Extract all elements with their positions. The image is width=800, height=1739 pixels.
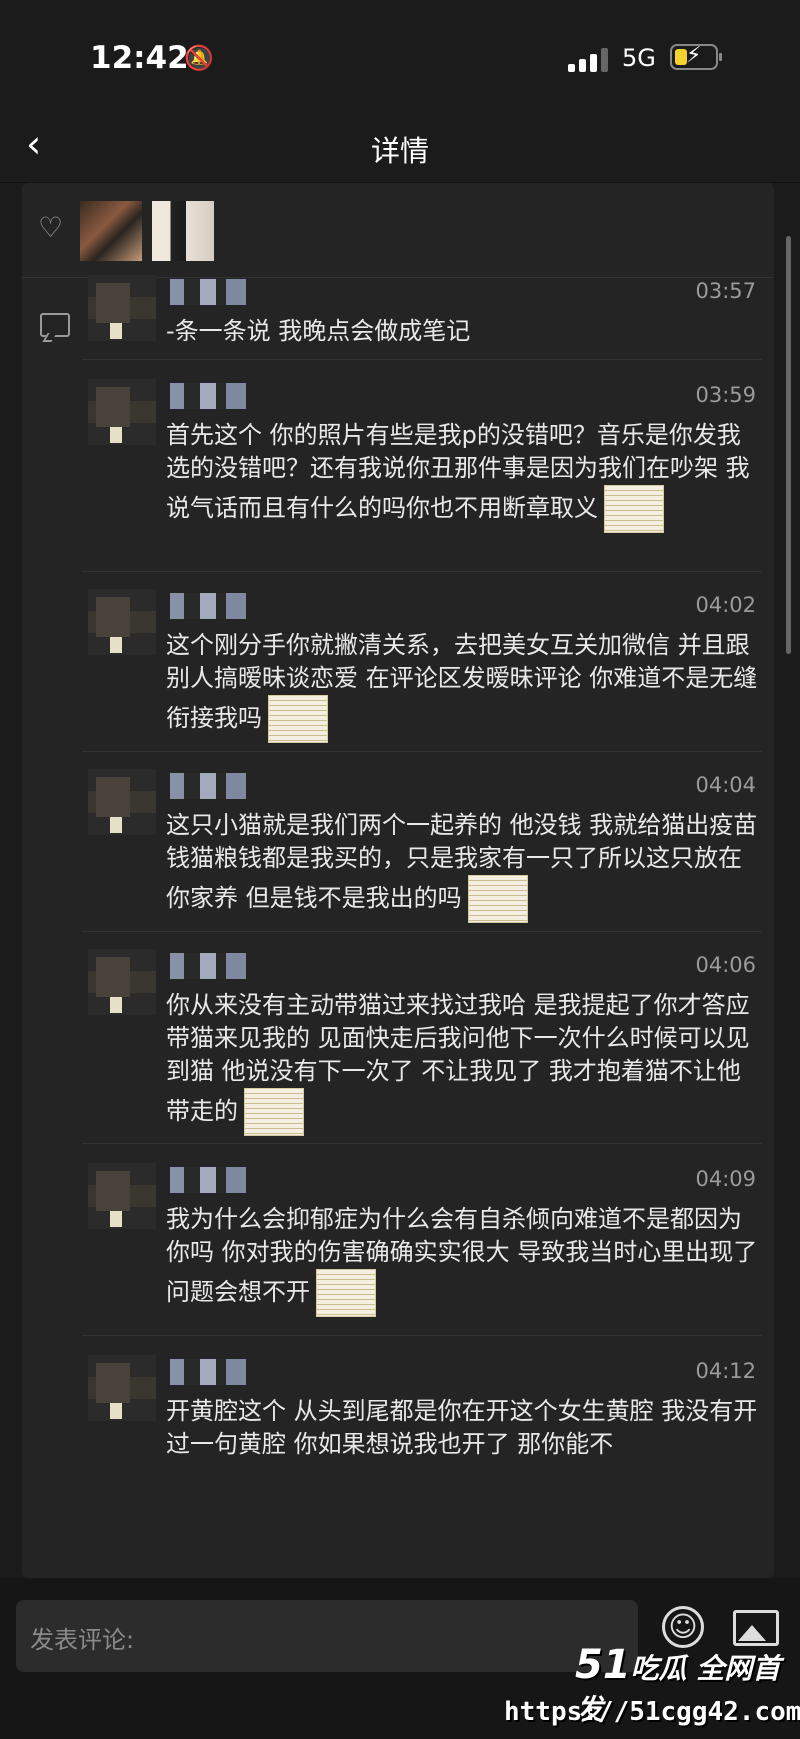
liker-avatar[interactable] [152,201,214,261]
bell-off-icon: 🔕 [184,44,214,72]
sticker-image[interactable] [268,695,328,743]
sticker-image[interactable] [604,485,664,533]
comment-text: 开黄腔这个 从头到尾都是你在开这个女生黄腔 我没有开过一句黄腔 你如果想说我也开… [166,1397,758,1458]
comment-time: 04:06 [695,953,756,977]
avatar[interactable] [88,769,156,835]
comment-icon [40,313,70,337]
network-type: 5G [622,44,656,72]
status-time: 12:42 [90,40,189,76]
comment-username[interactable] [170,383,246,409]
image-icon[interactable] [733,1610,779,1646]
signal-icon [568,48,610,72]
navbar: ‹ 详情 [0,110,800,183]
comment-text: 首先这个 你的照片有些是我p的没错吧？音乐是你发我选的没错吧？还有我说你丑那件事… [166,419,760,533]
status-bar: 12:42 🔕 5G ⚡ [0,0,800,110]
heart-icon[interactable]: ♡ [38,211,63,244]
avatar[interactable] [88,379,156,445]
comment-username[interactable] [170,593,246,619]
comment-username[interactable] [170,279,246,305]
comment-input-placeholder: 发表评论: [30,1626,135,1654]
comment-time: 04:04 [695,773,756,797]
comment-text: 这只小猫就是我们两个一起养的 他没钱 我就给猫出疫苗钱猫粮钱都是我买的，只是我家… [166,809,760,923]
comment-username[interactable] [170,953,246,979]
comment-time: 03:59 [695,383,756,407]
comment-username[interactable] [170,773,246,799]
battery-charging-icon: ⚡ [670,43,722,70]
avatar[interactable] [88,275,156,341]
sticker-image[interactable] [244,1088,304,1136]
avatar[interactable] [88,1355,156,1421]
comment-time: 04:02 [695,593,756,617]
divider [82,751,762,752]
watermark-url: https://51cgg42.com [504,1697,800,1727]
divider [82,359,762,360]
avatar[interactable] [88,949,156,1015]
comment-time: 04:09 [695,1167,756,1191]
comment-username[interactable] [170,1167,246,1193]
comment-text: 你从来没有主动带猫过来找过我哈 是我提起了你才答应带猫来见我的 见面快走后我问他… [166,989,760,1136]
detail-panel: ♡ 03:57 -条一条说 我晚点会做成笔记 03:59 首先这个 你的照片有些… [22,183,774,1578]
divider [82,571,762,572]
divider [82,931,762,932]
page-title: 详情 [370,134,429,168]
comment-time: 04:12 [695,1359,756,1383]
divider [82,1335,762,1336]
comment-username[interactable] [170,1359,246,1385]
comment-input[interactable]: 发表评论: [16,1600,638,1672]
sticker-image[interactable] [316,1269,376,1317]
likes-row: ♡ [22,183,774,278]
sticker-image[interactable] [467,875,528,923]
avatar[interactable] [88,1163,156,1229]
liker-avatar[interactable] [80,201,142,261]
comment-text: 这个刚分手你就撇清关系，去把美女互关加微信 并且跟别人搞暧昧谈恋爱 在评论区发暧… [166,629,760,743]
comment-text: 我为什么会抑郁症为什么会有自杀倾向难道不是都因为你吗 你对我的伤害确确实实很大 … [166,1203,760,1317]
avatar[interactable] [88,589,156,655]
scrollbar[interactable] [786,236,791,654]
divider [82,1143,762,1144]
comment-time: 03:57 [695,279,756,303]
comment-text: -条一条说 我晚点会做成笔记 [166,317,471,345]
